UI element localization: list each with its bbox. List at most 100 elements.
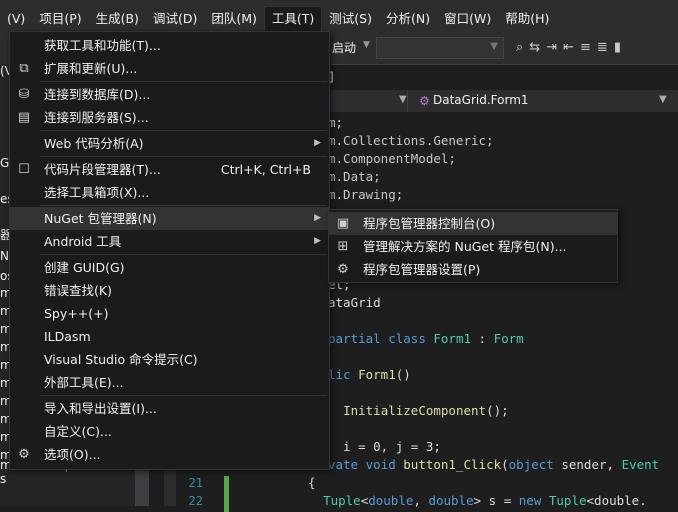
code-token: { [308, 475, 316, 490]
start-dropdown-arrow-icon[interactable]: ▼ [363, 40, 370, 50]
chevron-down-icon[interactable]: ▼ [399, 94, 407, 105]
nuget-menu-item[interactable]: ⚙ 程序包管理器设置(P) [329, 258, 617, 281]
menu-item-label: Web 代码分析(A) [44, 136, 144, 151]
tools-menu-item[interactable]: 错误查找(K) [10, 279, 329, 302]
tools-menu-item[interactable]: 创建 GUID(G) [10, 256, 329, 279]
code-token: Event [621, 457, 660, 472]
solution-platform-dropdown[interactable]: ▼ [376, 37, 504, 59]
menu-bar: (V) 项目(P) 生成(B) 调试(D) 团队(M) 工具(T) 测试(S) 分析(N) 窗口… [0, 6, 678, 32]
find-icon[interactable]: ⌕ [516, 40, 523, 55]
connect-server-icon: ▤ [17, 110, 31, 125]
menu-item-label: 导入和导出设置(I)... [44, 401, 157, 416]
code-line: InitializeComponent(); [328, 403, 509, 418]
code-token: vate [328, 457, 366, 472]
code-token: object [508, 457, 562, 472]
nuget-menu-item[interactable]: ▣ 程序包管理器控制台(O) [329, 212, 617, 235]
chevron-down-icon[interactable]: ▼ [659, 94, 667, 105]
nav-divider [407, 90, 408, 112]
menu-item-label: 创建 GUID(G) [44, 260, 125, 275]
tools-menu-item[interactable]: ILDasm [10, 325, 329, 348]
code-token: : [471, 331, 494, 346]
code-line: m; [328, 115, 343, 130]
tools-menu-item[interactable]: 自定义(C)... [10, 420, 329, 443]
code-token: m; [328, 115, 344, 130]
menu-item-label: Spy++(+) [44, 306, 109, 321]
nuget-submenu: ▣ 程序包管理器控制台(O) ⊞ 管理解决方案的 NuGet 程序包(N)... ⚙ 程序… [328, 209, 618, 283]
menu-item-label: 管理解决方案的 NuGet 程序包(N)... [363, 239, 567, 254]
tools-menu-item[interactable]: Android 工具 ▶ [10, 230, 329, 253]
menu-item-label: 外部工具(E)... [44, 375, 124, 390]
menu-1[interactable]: 项目(P) [32, 7, 88, 31]
menu-2[interactable]: 生成(B) [89, 7, 146, 31]
tools-menu-item[interactable]: Visual Studio 命令提示(C) [10, 348, 329, 371]
menu-item-label: 选择工具箱项(X)... [44, 185, 150, 200]
tools-menu-item[interactable]: 外部工具(E)... [10, 371, 329, 394]
code-line: lic Form1() [328, 367, 411, 382]
code-token: i = 0, j = 3; [328, 439, 441, 454]
tools-menu-item[interactable]: 获取工具和功能(T)... [10, 34, 329, 57]
toolbar-icons: ⌕ ⇆ ⇥ ⇤ ≡ ≣ ▮ [516, 40, 621, 55]
code-token: Form1 [433, 331, 472, 346]
menu-item-label: 获取工具和功能(T)... [44, 38, 161, 53]
submenu-arrow-icon: ▶ [314, 213, 321, 223]
menu-7[interactable]: 分析(N) [379, 7, 437, 31]
menu-item-label: Visual Studio 命令提示(C) [44, 352, 198, 367]
menu-5[interactable]: 工具(T) [263, 6, 323, 32]
tree-item[interactable]: s [0, 472, 6, 486]
code-token: class [388, 331, 434, 346]
code-line: m.ComponentModel; [328, 151, 456, 166]
code-token: sender, [561, 457, 622, 472]
change-indicator [224, 476, 229, 494]
menu-separator [40, 205, 327, 206]
indent-icon[interactable]: ⇥ [546, 40, 557, 55]
tools-menu-item[interactable]: Spy++(+) [10, 302, 329, 325]
menu-item-label: NuGet 包管理器(N) [44, 211, 157, 226]
tools-menu-item[interactable]: ⧉ 扩展和更新(U)... [10, 57, 329, 80]
menu-8[interactable]: 窗口(W) [437, 7, 498, 31]
code-token: m.ComponentModel; [328, 151, 456, 166]
tools-menu-item[interactable]: ⛁ 连接到数据库(D)... [10, 83, 329, 106]
menu-3[interactable]: 调试(D) [146, 7, 204, 31]
connect-database-icon: ⛁ [18, 87, 30, 102]
code-token: ( [501, 457, 509, 472]
tools-menu-item[interactable]: ☐ 代码片段管理器(T)... Ctrl+K, Ctrl+B [10, 158, 329, 181]
type-selector[interactable]: DataGrid.Form1 [433, 93, 529, 107]
submenu-arrow-icon: ▶ [314, 138, 321, 148]
menu-item-label: Android 工具 [44, 234, 122, 249]
tools-menu-item[interactable]: 选择工具箱项(X)... [10, 181, 329, 204]
code-token: Form1 [358, 367, 396, 382]
extensions-icon: ⧉ [19, 61, 29, 76]
tools-menu-item[interactable]: 导入和导出设置(I)... [10, 397, 329, 420]
menu-6[interactable]: 测试(S) [322, 7, 379, 31]
menu-item-label: 代码片段管理器(T)... [44, 162, 161, 177]
step-icon[interactable]: ⇆ [529, 40, 540, 55]
start-button[interactable]: 启动 [332, 39, 356, 56]
menu-item-label: 选项(O)... [44, 447, 101, 462]
code-token: () [395, 367, 411, 382]
menu-separator [40, 395, 327, 396]
outdent-icon[interactable]: ⇤ [563, 40, 574, 55]
code-line: i = 0, j = 3; [328, 439, 441, 454]
tree-item[interactable]: N [0, 249, 9, 263]
comment-icon[interactable]: ≡ [580, 40, 591, 55]
uncomment-icon[interactable]: ≣ [597, 40, 608, 55]
menu-0[interactable]: (V) [0, 7, 32, 31]
menu-4[interactable]: 团队(M) [204, 7, 264, 31]
menu-item-label: 程序包管理器设置(P) [363, 262, 481, 277]
code-token: void [365, 457, 404, 472]
code-line: m.Drawing; [328, 187, 403, 202]
tools-menu-item[interactable]: Web 代码分析(A) ▶ [10, 132, 329, 155]
tools-menu-item[interactable]: ▤ 连接到服务器(S)... [10, 106, 329, 129]
menu-item-label: 自定义(C)... [44, 424, 112, 439]
code-token: button1_Click [403, 457, 502, 472]
bookmark-icon[interactable]: ▮ [614, 40, 621, 55]
nuget-menu-item[interactable]: ⊞ 管理解决方案的 NuGet 程序包(N)... [329, 235, 617, 258]
menu-item-shortcut: Ctrl+K, Ctrl+B [220, 162, 311, 177]
code-line: m.Collections.Generic; [328, 133, 494, 148]
tools-menu-item[interactable]: ⚙ 选项(O)... [10, 443, 329, 466]
menu-item-label: 扩展和更新(U)... [44, 61, 138, 76]
tools-menu: 获取工具和功能(T)... ⧉ 扩展和更新(U)... ⛁ 连接到数据库(D)... ▤ 连… [9, 31, 330, 470]
tools-menu-item[interactable]: NuGet 包管理器(N) ▶ [10, 207, 329, 230]
code-line: m.Data; [328, 169, 381, 184]
menu-9[interactable]: 帮助(H) [498, 7, 556, 31]
